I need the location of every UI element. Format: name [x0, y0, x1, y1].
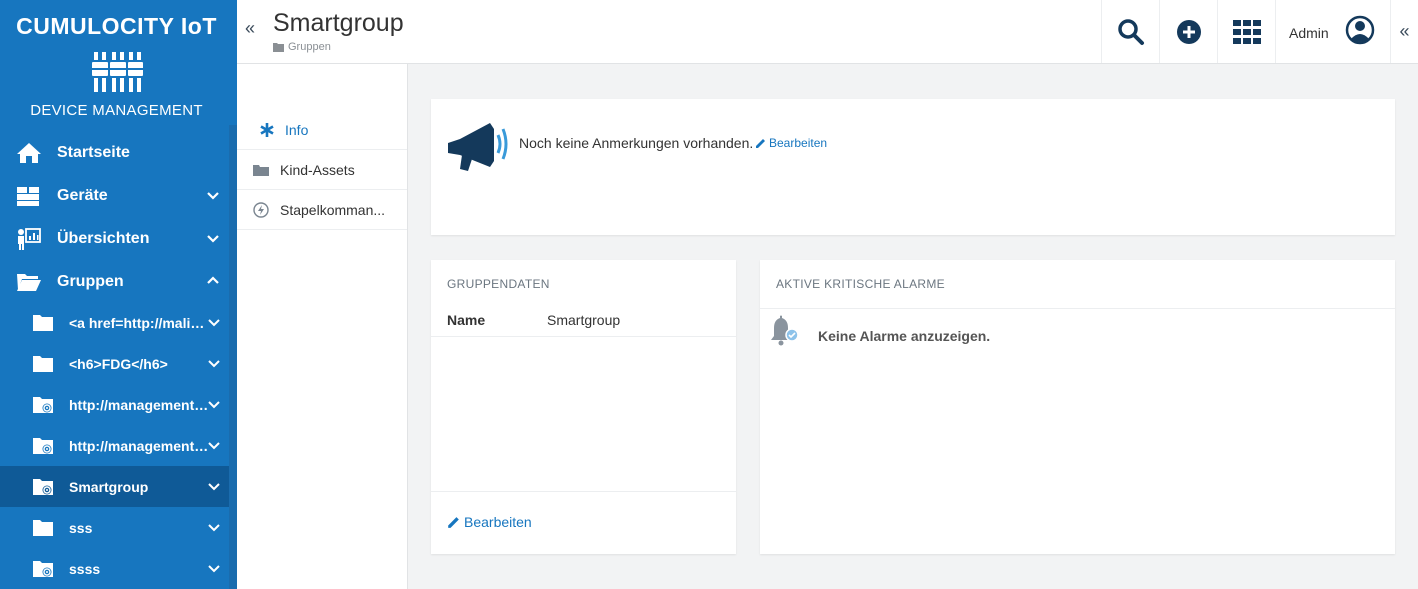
alarms-title: AKTIVE KRITISCHE ALARME	[776, 277, 945, 291]
group-item-active[interactable]: Smartgroup	[0, 466, 229, 507]
folder-icon	[273, 42, 284, 52]
chevron-down-icon	[208, 565, 220, 573]
tab-info[interactable]: Info	[237, 110, 407, 150]
group-item-label: http://management.s...	[69, 397, 211, 413]
sidebar-scrollbar[interactable]	[229, 125, 237, 589]
chevron-down-icon	[207, 235, 219, 243]
nav-label: Geräte	[57, 187, 108, 204]
tab-label: Stapelkomman...	[280, 202, 386, 218]
pencil-icon	[756, 138, 765, 148]
notes-empty-text: Noch keine Anmerkungen vorhanden.	[519, 135, 754, 151]
folder-icon	[33, 315, 53, 331]
tabs-panel: Info Kind-Assets Stapelkomman...	[237, 64, 408, 589]
name-label: Name	[447, 312, 486, 328]
plus-circle-icon	[1176, 19, 1201, 44]
folder-gear-icon	[33, 397, 53, 413]
folder-icon	[253, 165, 269, 176]
brand-title: CUMULOCITY IoT	[16, 13, 217, 39]
chevron-down-icon	[208, 319, 220, 327]
group-item[interactable]: <a href=http://malici...	[0, 302, 229, 343]
nav-item-uebersichten[interactable]: Übersichten	[0, 218, 229, 259]
cumulocity-logo-icon	[92, 52, 143, 92]
notes-edit-link[interactable]: Bearbeiten	[755, 136, 827, 150]
home-icon	[17, 143, 41, 163]
grid-icon	[1232, 19, 1261, 44]
nav-item-startseite[interactable]: Startseite	[0, 132, 229, 173]
chevron-down-icon	[208, 483, 220, 491]
group-data-title: GRUPPENDATEN	[447, 277, 550, 291]
chevron-down-icon	[208, 442, 220, 450]
nav-item-geraete[interactable]: Geräte	[0, 175, 229, 216]
tab-label: Info	[285, 122, 309, 138]
sidebar: CUMULOCITY IoT DEVICE MANAGEMENT Startse…	[0, 0, 237, 589]
chevron-down-icon	[207, 192, 219, 200]
folder-open-icon	[17, 274, 41, 291]
group-item-label: ssss	[69, 561, 101, 577]
collapse-right-drawer-button[interactable]: «	[1390, 0, 1418, 63]
group-item[interactable]: <h6>FDG</h6>	[0, 343, 229, 384]
group-item-label: Smartgroup	[69, 479, 149, 495]
chevron-up-icon	[207, 276, 219, 284]
nav-label: Übersichten	[57, 230, 150, 247]
row-divider	[431, 336, 736, 337]
brand: CUMULOCITY IoT DEVICE MANAGEMENT	[0, 0, 237, 125]
group-item[interactable]: sss	[0, 507, 229, 548]
header: « Smartgroup Gruppen Admin «	[237, 0, 1418, 64]
group-edit-label: Bearbeiten	[464, 514, 532, 530]
collapse-sidebar-button[interactable]: «	[245, 18, 265, 40]
tab-label: Kind-Assets	[280, 162, 355, 178]
notes-card: Noch keine Anmerkungen vorhanden. Bearbe…	[431, 99, 1395, 235]
nav-label: Gruppen	[57, 273, 124, 290]
name-value: Smartgroup	[547, 312, 621, 328]
nav-label: Startseite	[57, 144, 130, 161]
page-title: Smartgroup	[273, 9, 404, 37]
group-edit-button[interactable]: Bearbeiten	[447, 514, 532, 530]
group-item-label: <h6>FDG</h6>	[69, 356, 168, 372]
megaphone-icon	[448, 123, 508, 171]
group-item-label: sss	[69, 520, 93, 536]
brand-subtitle: DEVICE MANAGEMENT	[30, 102, 203, 119]
folder-gear-icon	[33, 438, 53, 454]
alarms-empty-text: Keine Alarme anzuzeigen.	[818, 328, 991, 344]
group-item[interactable]: http://management.s...	[0, 425, 229, 466]
folder-gear-icon	[33, 561, 53, 577]
group-item[interactable]: ssss	[0, 548, 229, 589]
nav-item-gruppen[interactable]: Gruppen	[0, 261, 229, 302]
footer-divider	[431, 491, 736, 492]
group-item-label: <a href=http://malici...	[69, 315, 211, 331]
app-switcher-button[interactable]	[1217, 0, 1275, 63]
bulk-operation-icon	[253, 202, 269, 218]
search-icon	[1117, 18, 1144, 45]
notes-edit-label: Bearbeiten	[769, 136, 828, 150]
user-avatar-icon[interactable]	[1345, 15, 1375, 45]
folder-gear-icon	[33, 479, 53, 495]
breadcrumb-label[interactable]: Gruppen	[288, 41, 331, 53]
chevron-down-icon	[208, 360, 220, 368]
devices-icon	[17, 187, 39, 206]
chevron-down-icon	[208, 524, 220, 532]
breadcrumb[interactable]: Gruppen	[273, 41, 331, 53]
user-name[interactable]: Admin	[1289, 25, 1329, 41]
chevron-down-icon	[208, 401, 220, 409]
search-button[interactable]	[1101, 0, 1159, 63]
folder-icon	[33, 356, 53, 372]
alarms-title-divider	[760, 308, 1395, 309]
group-item[interactable]: http://management.s...	[0, 384, 229, 425]
critical-alarms-card: AKTIVE KRITISCHE ALARME Keine Alarme anz…	[760, 260, 1395, 554]
pencil-icon	[448, 516, 459, 528]
tab-stapelkommandos[interactable]: Stapelkomman...	[237, 190, 407, 230]
group-item-label: http://management.s...	[69, 438, 211, 454]
asterisk-icon	[260, 123, 274, 137]
folder-icon	[33, 520, 53, 536]
bell-check-icon	[771, 315, 799, 346]
dashboard-icon	[18, 228, 41, 250]
add-button[interactable]	[1159, 0, 1217, 63]
group-data-card: GRUPPENDATEN Name Smartgroup Bearbeiten	[431, 260, 736, 554]
tab-kind-assets[interactable]: Kind-Assets	[237, 150, 407, 190]
